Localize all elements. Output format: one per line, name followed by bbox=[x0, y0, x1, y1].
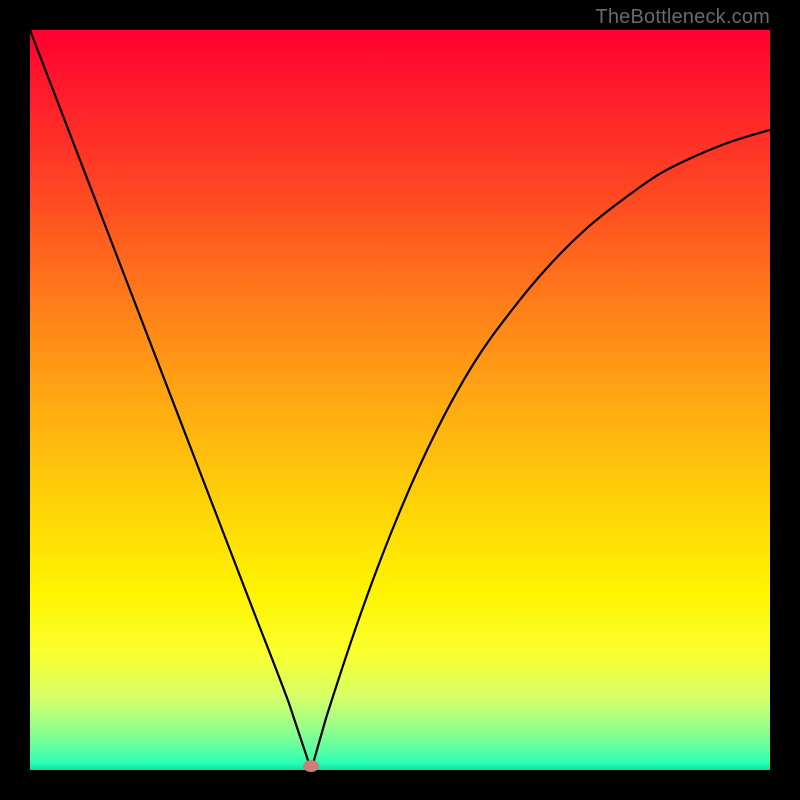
attribution-text: TheBottleneck.com bbox=[595, 6, 770, 29]
curve-svg bbox=[30, 30, 770, 770]
minimum-marker bbox=[303, 760, 319, 772]
plot-area bbox=[30, 30, 770, 770]
chart-container: TheBottleneck.com bbox=[0, 0, 800, 800]
bottleneck-curve bbox=[30, 30, 770, 770]
